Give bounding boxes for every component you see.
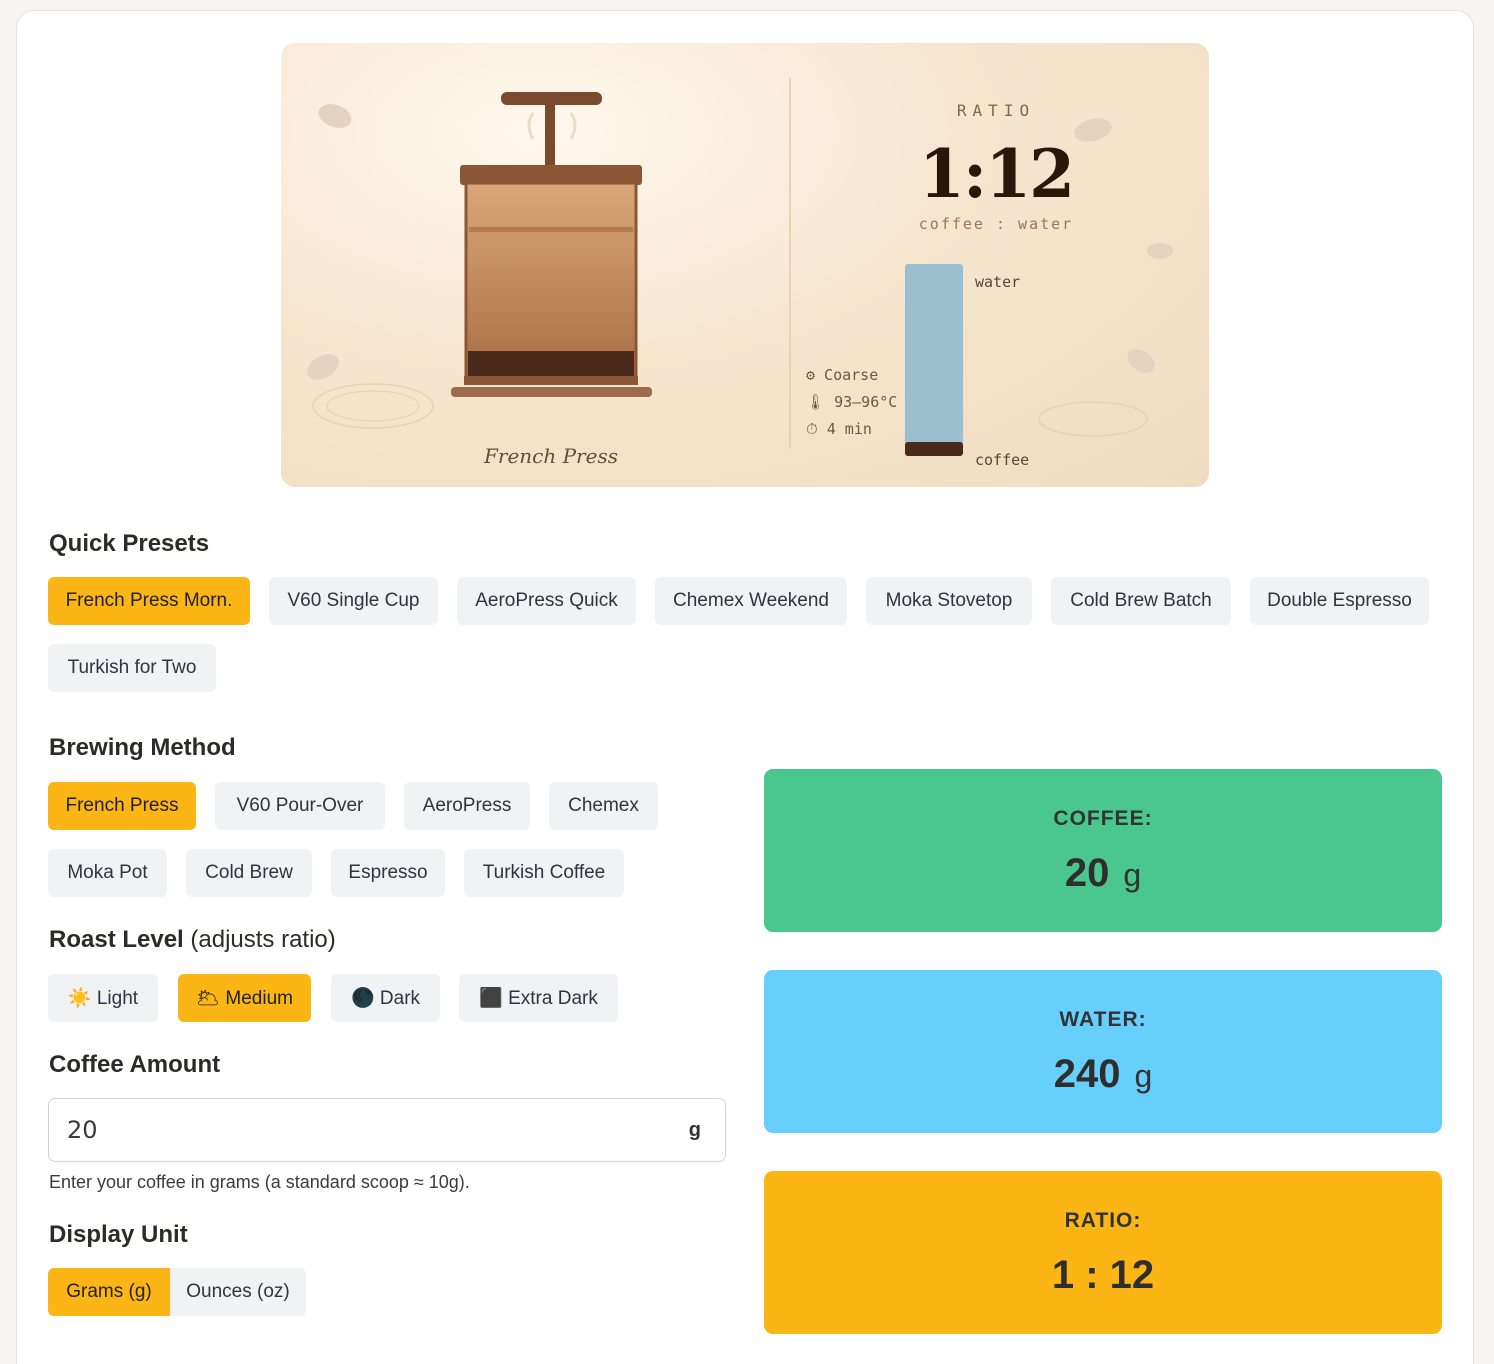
grind-detail: ⚙ Coarse	[806, 366, 879, 384]
coffee-result-value: 20 g	[764, 851, 1442, 896]
coffee-result-number: 20	[1064, 851, 1110, 895]
preset-chip[interactable]: Turkish for Two	[48, 644, 216, 692]
roast-level-subtitle: (adjusts ratio)	[190, 926, 336, 953]
method-chip[interactable]: V60 Pour-Over	[215, 782, 385, 830]
method-chip[interactable]: Turkish Coffee	[464, 849, 624, 897]
roast-chip-extra-dark[interactable]: ⬛ Extra Dark	[459, 974, 618, 1022]
method-chip[interactable]: French Press	[48, 782, 196, 830]
coffee-amount-input[interactable]	[67, 1099, 667, 1161]
ratio-result-card: RATIO: 1 : 12	[764, 1171, 1442, 1334]
preset-chip[interactable]: Cold Brew Batch	[1051, 577, 1231, 625]
coffee-bar	[905, 442, 963, 456]
coffee-bar-label: coffee	[975, 451, 1030, 469]
hero-method-name: French Press	[484, 444, 618, 468]
coffee-result-label: COFFEE:	[1053, 807, 1153, 830]
quick-presets-heading: Quick Presets	[49, 530, 210, 557]
brewing-method-heading: Brewing Method	[49, 734, 236, 761]
display-unit-heading: Display Unit	[49, 1221, 188, 1248]
preset-chip[interactable]: Double Espresso	[1250, 577, 1429, 625]
roast-level-title: Roast Level	[49, 926, 184, 953]
roast-chip-dark[interactable]: 🌑 Dark	[331, 974, 440, 1022]
preset-chip[interactable]: AeroPress Quick	[457, 577, 636, 625]
method-chip[interactable]: Cold Brew	[186, 849, 312, 897]
preset-chip[interactable]: Moka Stovetop	[866, 577, 1032, 625]
water-bar	[905, 264, 963, 446]
water-result-label: WATER:	[1059, 1008, 1147, 1031]
coffee-result-card: COFFEE: 20 g	[764, 769, 1442, 932]
coffee-amount-field: g	[48, 1098, 726, 1162]
preset-chip[interactable]: Chemex Weekend	[655, 577, 847, 625]
method-chip[interactable]: Espresso	[331, 849, 445, 897]
unit-grams-button[interactable]: Grams (g)	[48, 1268, 170, 1316]
water-result-unit: g	[1134, 1058, 1153, 1094]
water-bar-label: water	[975, 273, 1021, 291]
time-detail: ⏱ 4 min	[806, 420, 872, 438]
method-chip[interactable]: AeroPress	[404, 782, 530, 830]
method-chip[interactable]: Moka Pot	[48, 849, 167, 897]
temperature-detail: 🌡 93–96°C	[806, 393, 898, 411]
water-result-card: WATER: 240 g	[764, 970, 1442, 1133]
roast-level-heading: Roast Level (adjusts ratio)	[49, 926, 336, 954]
unit-ounces-button[interactable]: Ounces (oz)	[170, 1268, 306, 1316]
coffee-result-unit: g	[1123, 857, 1142, 893]
method-chip[interactable]: Chemex	[549, 782, 658, 830]
water-result-value: 240 g	[764, 1052, 1442, 1097]
ratio-result-label: RATIO:	[1064, 1209, 1142, 1232]
preset-chip[interactable]: V60 Single Cup	[269, 577, 438, 625]
hero-ratio-value: 1:12	[918, 135, 1075, 213]
ratio-result-value: 1 : 12	[1051, 1253, 1155, 1297]
water-result-number: 240	[1053, 1052, 1121, 1096]
hero-ratio-label: RATIO	[956, 101, 1036, 120]
hero-ratio-subtitle: coffee : water	[918, 215, 1074, 233]
coffee-amount-unit: g	[688, 1119, 701, 1141]
roast-chip-light[interactable]: ☀️ Light	[48, 974, 158, 1022]
brew-visual-panel: RATIO 1:12 coffee : water water coffee ⚙…	[281, 43, 1209, 487]
coffee-amount-helper: Enter your coffee in grams (a standard s…	[49, 1172, 470, 1192]
preset-chip[interactable]: French Press Morn.	[48, 577, 250, 625]
roast-chip-medium[interactable]: 🌥 Medium	[178, 974, 311, 1022]
coffee-amount-heading: Coffee Amount	[49, 1051, 221, 1078]
